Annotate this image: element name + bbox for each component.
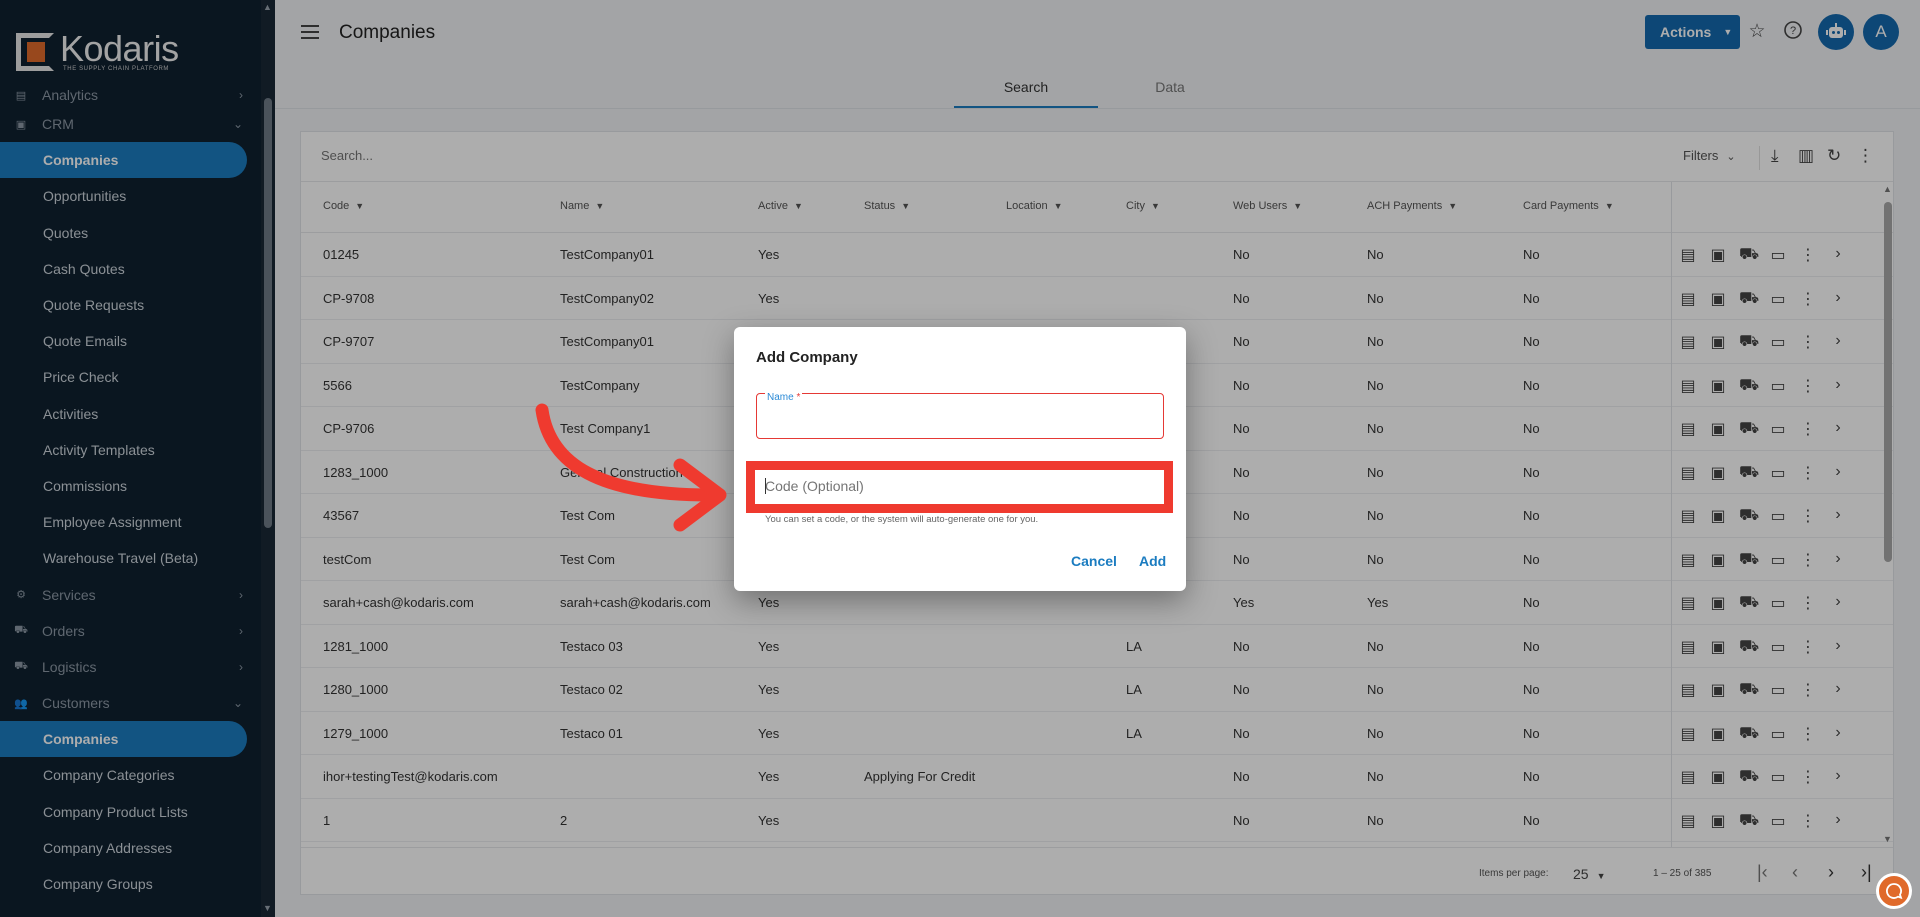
code-hint: You can set a code, or the system will a… (765, 514, 1039, 525)
add-button[interactable]: Add (1139, 553, 1166, 569)
required-mark: * (796, 392, 801, 403)
code-field-highlight (746, 461, 1173, 513)
chat-support-icon[interactable] (1876, 873, 1912, 909)
name-field[interactable]: Name * (756, 392, 1164, 439)
dialog-title: Add Company (756, 349, 858, 366)
add-company-dialog: Add Company Name * You can set a code, o… (734, 327, 1186, 591)
name-field-label: Name * (765, 392, 803, 403)
pointer-arrow-icon (535, 403, 727, 532)
name-label-text: Name (767, 392, 794, 403)
cancel-button[interactable]: Cancel (1071, 553, 1117, 569)
